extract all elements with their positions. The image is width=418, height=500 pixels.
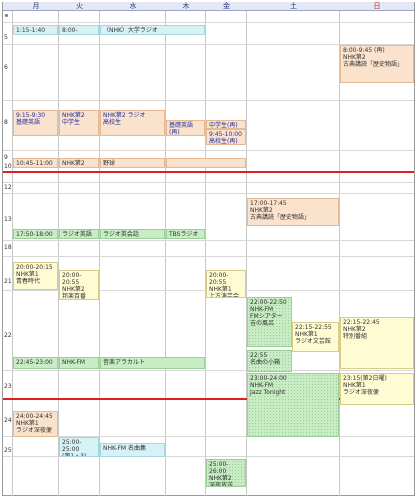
hour-label: 10: [4, 163, 12, 170]
event-block[interactable]: TBSラジオ: [166, 229, 205, 239]
event-block[interactable]: NHK第2 ラジオ 高校生: [100, 110, 165, 136]
event-block[interactable]: NHK-FM: [59, 357, 99, 369]
event-block[interactable]: 22:45-23:00: [13, 357, 58, 369]
event-block[interactable]: （NHK）大学ラジオ: [100, 25, 205, 35]
event-block[interactable]: 20:00-20:55 NHK第2 邦楽百番: [59, 270, 99, 300]
event-block[interactable]: 中学生(再): [206, 120, 246, 129]
event-block[interactable]: 基礎英語(再): [166, 120, 205, 136]
hour-line: [3, 256, 414, 257]
grid-line: [58, 11, 59, 496]
day-header-tue[interactable]: 火: [59, 2, 100, 11]
hour-label: 5: [4, 34, 8, 41]
day-header-fri[interactable]: 金: [206, 2, 247, 11]
event-block[interactable]: 22:00-22:50 NHK-FM FMシアター 吉の風呂: [247, 297, 292, 347]
event-block[interactable]: 1:15-1:40: [13, 25, 58, 35]
event-block[interactable]: 23:15(第2日曜) NHK第1 ラジオ深夜便: [340, 373, 414, 405]
hour-line: [3, 240, 414, 241]
hour-label: 9: [4, 154, 8, 161]
event-block[interactable]: 22:15-22:45 NHK第2 特別番組: [340, 317, 414, 369]
event-block[interactable]: 音楽アラカルト: [100, 357, 205, 369]
event-block[interactable]: 10:45-11:00: [13, 158, 58, 168]
hour-label: 6: [4, 64, 8, 71]
day-header-mon[interactable]: 月: [13, 2, 59, 11]
event-block[interactable]: 23:00-24:00 NHK-FM Jazz Tonight: [247, 373, 339, 437]
hour-label: 13: [4, 216, 12, 223]
event-block[interactable]: 20:00-20:15 NHK第1 青春時代: [13, 262, 58, 290]
hour-line: [3, 370, 414, 371]
hour-label: 22: [4, 332, 12, 339]
row-marker-dot: [5, 14, 8, 17]
event-block[interactable]: 8:00-9:45 (再) NHK第2 古典講読「歴史物語」: [340, 45, 414, 83]
event-block[interactable]: 17:00-17:45 NHK第2 古典講読「歴史物語」: [247, 198, 339, 226]
event-block[interactable]: 野球: [100, 158, 165, 168]
grid-line: [205, 11, 206, 496]
hour-line: [3, 100, 414, 101]
grid-line: [165, 11, 166, 496]
event-block[interactable]: NHK第2 中学生: [59, 110, 99, 136]
hour-line: [3, 22, 414, 23]
grid-line: [339, 11, 340, 496]
hour-label: 18: [4, 244, 12, 251]
event-block[interactable]: NHK第2: [59, 158, 99, 168]
event-block: [166, 158, 246, 168]
day-header-thu[interactable]: 木: [166, 2, 206, 11]
hour-label: 8: [4, 119, 8, 126]
event-block[interactable]: 25:00-25:00 (第1・3): [59, 437, 99, 457]
event-block[interactable]: 20:00-20:55 NHK第1 上方演芸会: [206, 270, 246, 298]
day-boundary-line: [3, 171, 414, 173]
hour-line: [3, 193, 414, 194]
grid-line: [99, 11, 100, 496]
event-block[interactable]: 9:45-10:00 高校生(再): [206, 129, 246, 145]
event-block[interactable]: 17:50-18:00: [13, 229, 58, 239]
day-header-wed[interactable]: 水: [100, 2, 166, 11]
event-block[interactable]: ラジオ英会話: [100, 229, 165, 239]
event-block[interactable]: 22:15-22:55 NHK第1 ラジオ文芸館: [292, 322, 339, 352]
hour-label: 12: [4, 184, 12, 191]
event-block[interactable]: 24:00-24:45 NHK第1 ラジオ深夜便: [13, 411, 58, 437]
event-block[interactable]: ラジオ英語: [59, 229, 99, 239]
hour-label: 21: [4, 278, 12, 285]
day-header-sun[interactable]: 日: [340, 2, 414, 11]
event-block[interactable]: 8:00-: [59, 25, 99, 35]
hour-line: [3, 182, 414, 183]
hour-label: 25: [4, 447, 12, 454]
hour-label: 24: [4, 417, 12, 424]
hour-line: [3, 150, 414, 151]
event-block[interactable]: 22:55 名曲の小箱: [247, 350, 292, 372]
day-header-sat[interactable]: 土: [247, 2, 340, 11]
event-block[interactable]: 9:15-9:30 基礎英語: [13, 110, 58, 136]
event-block[interactable]: NHK-FM 名曲集: [100, 443, 165, 457]
event-block[interactable]: 25:00-26:00 NHK第2 深夜放送: [206, 459, 246, 487]
hour-label: 23: [4, 383, 12, 390]
